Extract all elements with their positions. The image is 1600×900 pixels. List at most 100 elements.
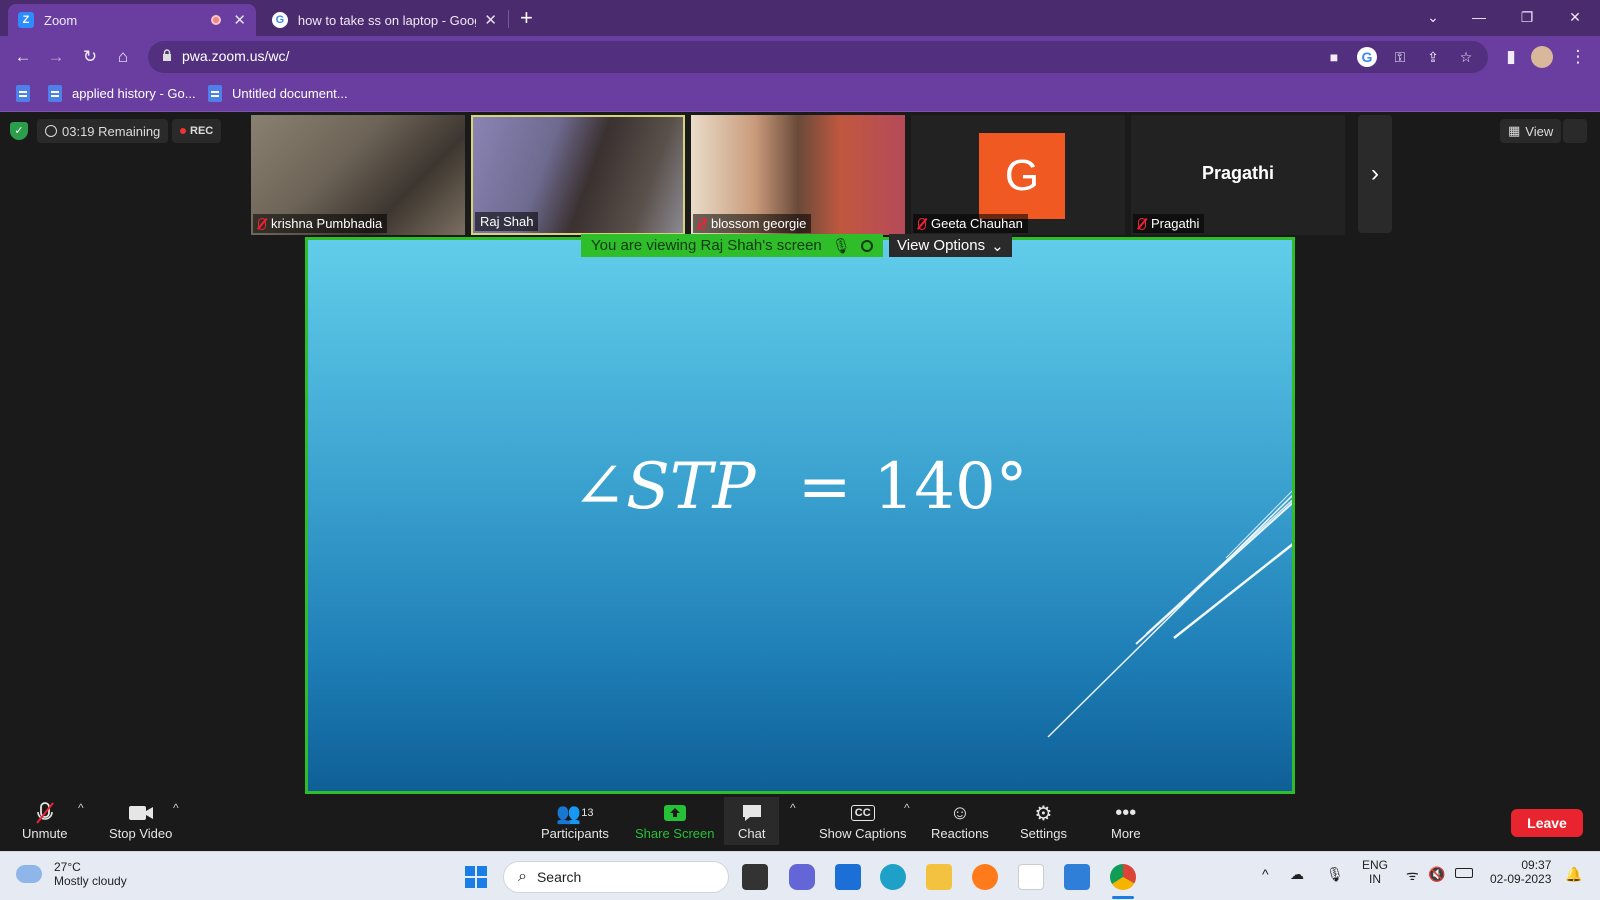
participant-tile[interactable]: Pragathi Pragathi [1131,115,1345,235]
participant-name-label: blossom georgie [693,214,812,233]
search-placeholder: Search [536,869,582,885]
participants-button[interactable]: 👥 13 Participants [541,800,609,842]
docs-icon [48,85,62,102]
fullscreen-icon[interactable] [1563,119,1587,143]
camera-icon[interactable]: ■ [1324,47,1344,67]
share-icon[interactable]: ⇪ [1423,47,1443,67]
captions-options-caret-icon[interactable]: ^ [904,801,910,815]
remote-desktop-icon[interactable] [1064,864,1090,890]
search-icon: ⌕ [518,868,527,885]
key-icon[interactable]: ⚿ [1390,47,1410,67]
next-page-chevron-icon[interactable]: › [1358,115,1392,233]
participant-display-name: Pragathi [1201,163,1275,183]
wifi-icon[interactable]: ᯤ [1406,866,1419,885]
notification-bell-icon[interactable]: 🔔 [1565,866,1582,883]
encryption-shield-icon[interactable]: ✓ [10,122,28,140]
more-label: More [1111,826,1141,841]
participant-tile-active-speaker[interactable]: Raj Shah [471,115,685,235]
participant-name: Raj Shah [480,214,534,229]
more-button[interactable]: ••• More [1111,800,1141,842]
unmute-button[interactable]: Unmute [22,800,68,841]
participant-name-label: Raj Shah [475,212,539,231]
participant-name-label: Pragathi [1133,214,1205,233]
docs-icon [208,85,222,102]
tab-zoom[interactable]: Z Zoom ✕ [8,4,256,36]
chat-options-caret-icon[interactable]: ^ [790,801,796,815]
audio-options-caret-icon[interactable]: ^ [78,801,84,815]
task-view-icon[interactable] [742,864,768,890]
weather-widget[interactable]: 27°C Mostly cloudy [13,859,127,888]
tab-google-search[interactable]: G how to take ss on laptop - Googl ✕ [262,4,507,36]
view-options-dropdown[interactable]: View Options ⌄ [889,234,1012,257]
region-code: IN [1369,872,1381,886]
menu-kebab-icon[interactable]: ⋮ [1565,44,1591,70]
file-explorer-icon[interactable] [926,864,952,890]
chat-button[interactable]: Chat [724,797,780,845]
reactions-button[interactable]: ☺ Reactions [931,800,989,842]
show-captions-label: Show Captions [819,826,907,841]
muted-mic-icon: 🎙 [831,237,851,255]
chrome-icon[interactable] [1110,864,1136,890]
active-app-indicator [1112,896,1134,899]
window-close-icon[interactable]: ✕ [1552,0,1598,34]
view-button[interactable]: ▦ View [1500,119,1562,143]
weather-cloud-icon [13,859,42,883]
google-favicon-icon: G [272,12,288,28]
volume-muted-icon[interactable]: 🔇 [1428,866,1445,883]
participant-name: Pragathi [1151,216,1200,231]
stop-video-label: Stop Video [109,826,173,841]
restore-icon[interactable]: ❐ [1504,0,1550,34]
tray-overflow-chevron-icon[interactable]: ^ [1262,866,1269,882]
show-captions-button[interactable]: CC Show Captions [819,800,906,841]
close-tab-icon[interactable]: ✕ [484,11,497,29]
participant-tile[interactable]: G Geeta Chauhan [911,115,1125,235]
bookmark-label: Untitled document... [232,86,348,101]
settings-button[interactable]: ⚙ Settings [1020,800,1067,842]
angle-value: 140° [873,450,1028,524]
share-screen-button[interactable]: Share Screen [635,800,715,841]
language-indicator[interactable]: ENG IN [1362,858,1388,886]
tab-search-chevron-icon[interactable]: ⌄ [1410,0,1456,34]
bookmark-applied-history[interactable]: applied history - Go... [48,85,196,102]
address-bar[interactable]: pwa.zoom.us/wc/ ■ G ⚿ ⇪ ☆ [148,41,1488,73]
reactions-label: Reactions [931,826,989,841]
close-tab-icon[interactable]: ✕ [233,11,246,29]
clock[interactable]: 09:37 02-09-2023 [1490,858,1551,886]
leave-button[interactable]: Leave [1511,809,1583,837]
teams-chat-icon[interactable] [789,864,815,890]
battery-icon[interactable] [1455,868,1473,878]
home-icon[interactable]: ⌂ [110,44,136,70]
recording-badge[interactable]: REC [172,119,222,143]
new-tab-icon[interactable]: + [520,4,533,32]
mail-icon[interactable] [835,864,861,890]
browser-toolbar: ← → ↻ ⌂ pwa.zoom.us/wc/ ■ G ⚿ ⇪ ☆ ▮ ⋮ [0,36,1600,78]
bookmark-star-icon[interactable]: ☆ [1456,47,1476,67]
participant-tile[interactable]: blossom georgie [691,115,905,235]
google-lens-icon[interactable]: G [1357,47,1377,67]
profile-avatar[interactable] [1531,46,1553,68]
smiley-plus-icon: ☺ [949,801,971,824]
stop-video-button[interactable]: Stop Video [109,800,172,841]
participant-tile[interactable]: krishna Pumbhadia [251,115,465,235]
edge-browser-icon[interactable] [880,864,906,890]
muted-mic-icon [258,217,266,230]
windows-start-icon[interactable] [463,864,489,890]
back-icon[interactable]: ← [10,44,36,70]
microphone-icon[interactable]: 🎙 [1326,866,1344,883]
bookmark-untitled-document[interactable]: Untitled document... [208,85,348,102]
reload-icon[interactable]: ↻ [77,44,103,70]
minimize-icon[interactable]: — [1456,0,1502,34]
share-screen-label: Share Screen [635,826,715,841]
taskbar-search-box[interactable]: ⌕ Search [503,861,729,893]
docs-app-bookmark[interactable] [16,85,40,102]
zoom-meeting-area: ✓ 03:19 Remaining REC krishna Pumbhadia … [0,113,1600,795]
forward-icon[interactable]: → [43,44,69,70]
firefox-icon[interactable] [972,864,998,890]
onedrive-cloud-icon[interactable]: ☁ [1290,866,1304,883]
video-options-caret-icon[interactable]: ^ [173,801,179,815]
side-panel-icon[interactable]: ▮ [1498,44,1524,70]
amazon-icon[interactable] [1018,864,1044,890]
muted-mic-icon [698,217,706,230]
equals-sign: = [797,450,852,524]
recording-indicator-icon [211,15,222,25]
